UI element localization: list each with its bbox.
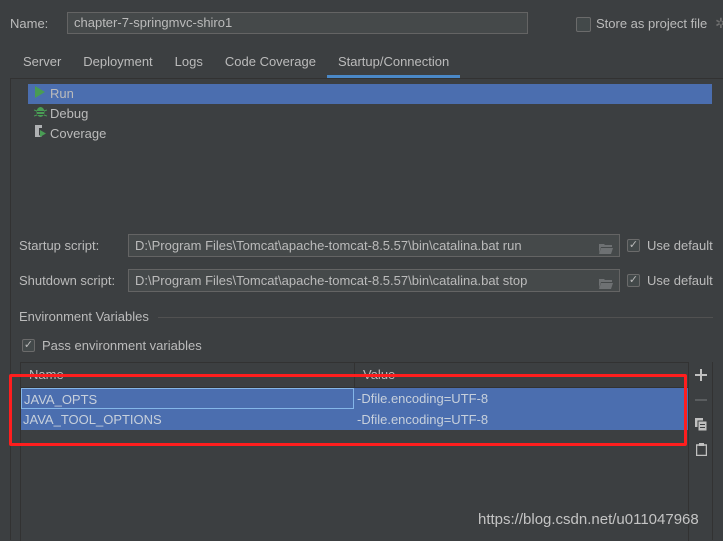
shutdown-script-input[interactable]: D:\Program Files\Tomcat\apache-tomcat-8.… bbox=[128, 269, 620, 292]
debug-bug-icon bbox=[30, 104, 50, 124]
tab-server[interactable]: Server bbox=[12, 52, 72, 78]
executor-label: Coverage bbox=[50, 126, 107, 141]
store-as-project-file-label[interactable]: Store as project file bbox=[596, 16, 707, 31]
executor-item-run[interactable]: Run bbox=[28, 84, 712, 104]
environment-variables-title: Environment Variables bbox=[19, 309, 149, 324]
paste-icon[interactable] bbox=[690, 437, 712, 462]
copy-icon[interactable] bbox=[690, 412, 712, 437]
executor-label: Run bbox=[50, 86, 74, 101]
tab-code-coverage[interactable]: Code Coverage bbox=[214, 52, 327, 78]
section-divider bbox=[158, 317, 713, 318]
startup-script-input[interactable]: D:\Program Files\Tomcat\apache-tomcat-8.… bbox=[128, 234, 620, 257]
shutdown-script-value: D:\Program Files\Tomcat\apache-tomcat-8.… bbox=[135, 273, 528, 288]
folder-icon[interactable] bbox=[599, 274, 613, 289]
annotation-highlight-box bbox=[9, 374, 687, 446]
tab-logs[interactable]: Logs bbox=[164, 52, 214, 78]
startup-script-label: Startup script: bbox=[19, 238, 100, 253]
name-input[interactable]: chapter-7-springmvc-shiro1 bbox=[67, 12, 528, 34]
pass-env-checkbox[interactable]: ✓ bbox=[22, 339, 35, 352]
remove-icon[interactable] bbox=[690, 387, 712, 412]
executor-item-coverage[interactable]: Coverage bbox=[28, 124, 712, 144]
startup-use-default-checkbox[interactable]: ✓ bbox=[627, 239, 640, 252]
shutdown-use-default-label[interactable]: Use default bbox=[647, 273, 713, 288]
gear-icon[interactable]: ✲ bbox=[715, 15, 723, 32]
tab-bar: Server Deployment Logs Code Coverage Sta… bbox=[12, 52, 461, 78]
executor-label: Debug bbox=[50, 106, 89, 121]
name-label: Name: bbox=[10, 16, 48, 31]
executor-item-debug[interactable]: Debug bbox=[28, 104, 712, 124]
tab-startup-connection[interactable]: Startup/Connection bbox=[326, 52, 461, 78]
run-icon bbox=[30, 84, 50, 104]
shutdown-use-default-checkbox[interactable]: ✓ bbox=[627, 274, 640, 287]
name-label-text: Name: bbox=[10, 16, 49, 31]
toolbar-divider bbox=[712, 362, 713, 540]
store-as-project-file-checkbox[interactable] bbox=[576, 17, 591, 32]
table-toolbar bbox=[690, 362, 712, 462]
watermark: https://blog.csdn.net/u011047968 bbox=[478, 511, 699, 528]
folder-icon[interactable] bbox=[599, 239, 613, 254]
executor-list: Run Debug Coverage bbox=[28, 84, 712, 144]
startup-use-default-label[interactable]: Use default bbox=[647, 238, 713, 253]
pass-env-label[interactable]: Pass environment variables bbox=[42, 338, 202, 353]
add-icon[interactable] bbox=[690, 362, 712, 387]
tab-deployment[interactable]: Deployment bbox=[72, 52, 163, 78]
coverage-icon bbox=[30, 124, 50, 144]
shutdown-script-label: Shutdown script: bbox=[19, 273, 116, 288]
startup-script-value: D:\Program Files\Tomcat\apache-tomcat-8.… bbox=[135, 238, 522, 253]
